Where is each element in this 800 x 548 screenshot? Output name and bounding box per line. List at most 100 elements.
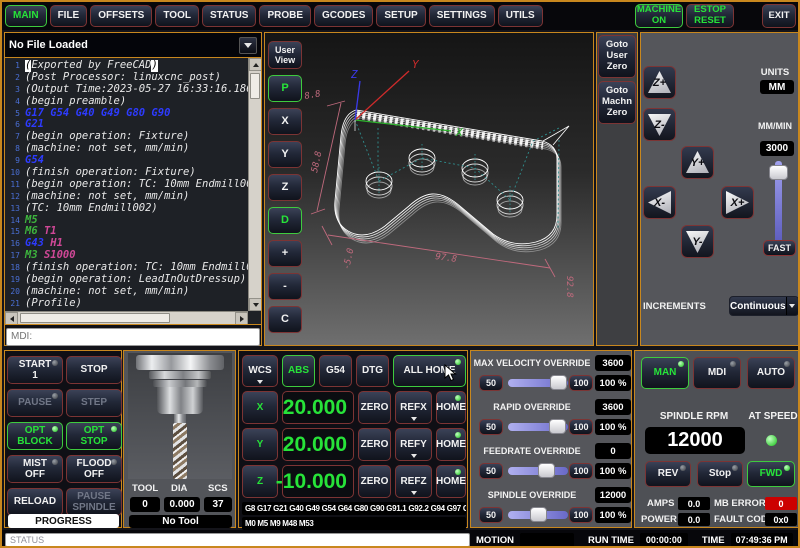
ref-z-button[interactable]: REFZ [395, 465, 432, 498]
rapid-slider[interactable] [508, 423, 568, 431]
zoom-out-button[interactable]: - [268, 273, 302, 300]
view-y-button[interactable]: Y [268, 141, 302, 168]
tab-utils[interactable]: UTILS [498, 5, 543, 27]
spindle-thumb[interactable] [530, 507, 547, 522]
tab-settings[interactable]: SETTINGS [429, 5, 495, 27]
horizontal-scrollbar[interactable] [5, 311, 248, 324]
mist-button[interactable]: MIST OFF [7, 455, 63, 483]
gcode-line[interactable]: 12(machine: not set, mm/min) [5, 191, 248, 203]
axis-y-button[interactable]: Y [242, 428, 278, 461]
scroll-up-icon[interactable] [249, 58, 261, 71]
spindle-100-button[interactable]: 100 [569, 507, 593, 523]
view-p-button[interactable]: P [268, 75, 302, 102]
flood-button[interactable]: FLOOD OFF [66, 455, 122, 483]
home-y-button[interactable]: HOME [436, 428, 466, 461]
jog-x-minus-button[interactable]: X- [643, 186, 676, 219]
axis-z-button[interactable]: Z [242, 465, 278, 498]
rapid-100-button[interactable]: 100 [569, 419, 593, 435]
rapid-50-button[interactable]: 50 [479, 419, 503, 435]
clear-view-button[interactable]: C [268, 306, 302, 333]
tab-probe[interactable]: PROBE [259, 5, 311, 27]
spindle-slider[interactable] [508, 511, 568, 519]
cycle-start-button[interactable]: START 1 [7, 356, 63, 384]
user-view-button[interactable]: User View [268, 41, 302, 69]
spindle-stop-button[interactable]: Stop [697, 461, 743, 487]
zoom-in-button[interactable]: + [268, 240, 302, 267]
ref-x-button[interactable]: REFX [395, 391, 432, 424]
jog-rate-slider-thumb[interactable] [769, 165, 788, 180]
tab-offsets[interactable]: OFFSETS [90, 5, 152, 27]
h-scroll-thumb[interactable] [20, 313, 170, 323]
max-velocity-slider[interactable] [508, 379, 568, 387]
max-velocity-50-button[interactable]: 50 [479, 375, 503, 391]
mdi-mode-button[interactable]: MDI [693, 357, 741, 389]
gcode-line[interactable]: 13(TC: 10mm Endmill002) [5, 203, 248, 215]
view-z-button[interactable]: Z [268, 174, 302, 201]
jog-x-plus-button[interactable]: X+ [721, 186, 754, 219]
feedrate-50-button[interactable]: 50 [479, 463, 503, 479]
optional-block-button[interactable]: OPT BLOCK [7, 422, 63, 450]
gcode-line[interactable]: 21(Profile) [5, 298, 248, 310]
zero-z-button[interactable]: ZERO [358, 465, 391, 498]
tab-setup[interactable]: SETUP [376, 5, 425, 27]
tab-main[interactable]: MAIN [5, 5, 47, 27]
goto-machine-zero-button[interactable]: Goto Machn Zero [598, 81, 636, 124]
jog-y-minus-button[interactable]: Y- [681, 225, 714, 258]
spindle-fwd-button[interactable]: FWD [747, 461, 795, 487]
step-button[interactable]: STEP [66, 389, 122, 417]
mdi-input[interactable] [6, 328, 260, 346]
view-dimensions-button[interactable]: D [268, 207, 302, 234]
v-scroll-thumb[interactable] [250, 73, 260, 99]
man-mode-button[interactable]: MAN [641, 357, 689, 389]
zero-x-button[interactable]: ZERO [358, 391, 391, 424]
max-velocity-thumb[interactable] [550, 375, 567, 390]
dtg-button[interactable]: DTG [356, 355, 389, 387]
jog-z-minus-button[interactable]: Z- [643, 108, 676, 141]
jog-rate-slider[interactable] [775, 161, 782, 245]
feedrate-100-button[interactable]: 100 [569, 463, 593, 479]
gcode-line[interactable]: 2(Post Processor: linuxcnc_post) [5, 72, 248, 84]
gcode-editor[interactable]: 1(Exported by FreeCAD)2(Post Processor: … [5, 58, 261, 324]
jog-y-plus-button[interactable]: Y+ [681, 146, 714, 179]
exit-button[interactable]: EXIT [762, 4, 796, 28]
spindle-rev-button[interactable]: REV [645, 461, 691, 487]
auto-mode-button[interactable]: AUTO [747, 357, 795, 389]
estop-reset-button[interactable]: ESTOP RESET [686, 4, 734, 28]
vertical-scrollbar[interactable] [248, 58, 261, 311]
home-x-button[interactable]: HOME [436, 391, 466, 424]
fast-button[interactable]: FAST [763, 240, 796, 256]
axis-x-button[interactable]: X [242, 391, 278, 424]
rapid-thumb[interactable] [549, 419, 566, 434]
ref-y-button[interactable]: REFY [395, 428, 432, 461]
pause-spindle-button[interactable]: PAUSE SPINDLE [66, 488, 122, 516]
optional-stop-button[interactable]: OPT STOP [66, 422, 122, 450]
tab-status[interactable]: STATUS [202, 5, 257, 27]
scroll-down-icon[interactable] [249, 298, 261, 311]
pause-button[interactable]: PAUSE [7, 389, 63, 417]
feedrate-slider[interactable] [508, 467, 568, 475]
zero-y-button[interactable]: ZERO [358, 428, 391, 461]
feedrate-thumb[interactable] [538, 463, 555, 478]
toolpath-preview[interactable]: User View P X Y Z D + - C [264, 32, 594, 346]
scroll-left-icon[interactable] [5, 312, 18, 324]
max-velocity-100-button[interactable]: 100 [569, 375, 593, 391]
goto-user-zero-button[interactable]: Goto User Zero [598, 35, 636, 78]
jog-z-plus-button[interactable]: Z+ [643, 66, 676, 99]
wcs-button[interactable]: WCS [242, 355, 278, 387]
g54-button[interactable]: G54 [319, 355, 352, 387]
stop-button[interactable]: STOP [66, 356, 122, 384]
abs-button[interactable]: ABS [282, 355, 315, 387]
tab-file[interactable]: FILE [50, 5, 88, 27]
gcode-line[interactable]: 4(begin preamble) [5, 96, 248, 108]
file-dropdown-button[interactable] [239, 37, 257, 54]
machine-on-button[interactable]: MACHINE ON [635, 4, 683, 28]
tab-gcodes[interactable]: GCODES [314, 5, 373, 27]
reload-button[interactable]: RELOAD [7, 488, 63, 516]
view-x-button[interactable]: X [268, 108, 302, 135]
spindle-50-button[interactable]: 50 [479, 507, 503, 523]
gcode-line[interactable]: 11(begin operation: TC: 10mm Endmill002 [5, 179, 248, 191]
gcode-line[interactable]: 3(Output Time:2023-05-27 16:33:16.1865 [5, 84, 248, 96]
increments-combo[interactable]: Continuous [729, 296, 799, 316]
tab-tool[interactable]: TOOL [155, 5, 199, 27]
home-z-button[interactable]: HOME [436, 465, 466, 498]
